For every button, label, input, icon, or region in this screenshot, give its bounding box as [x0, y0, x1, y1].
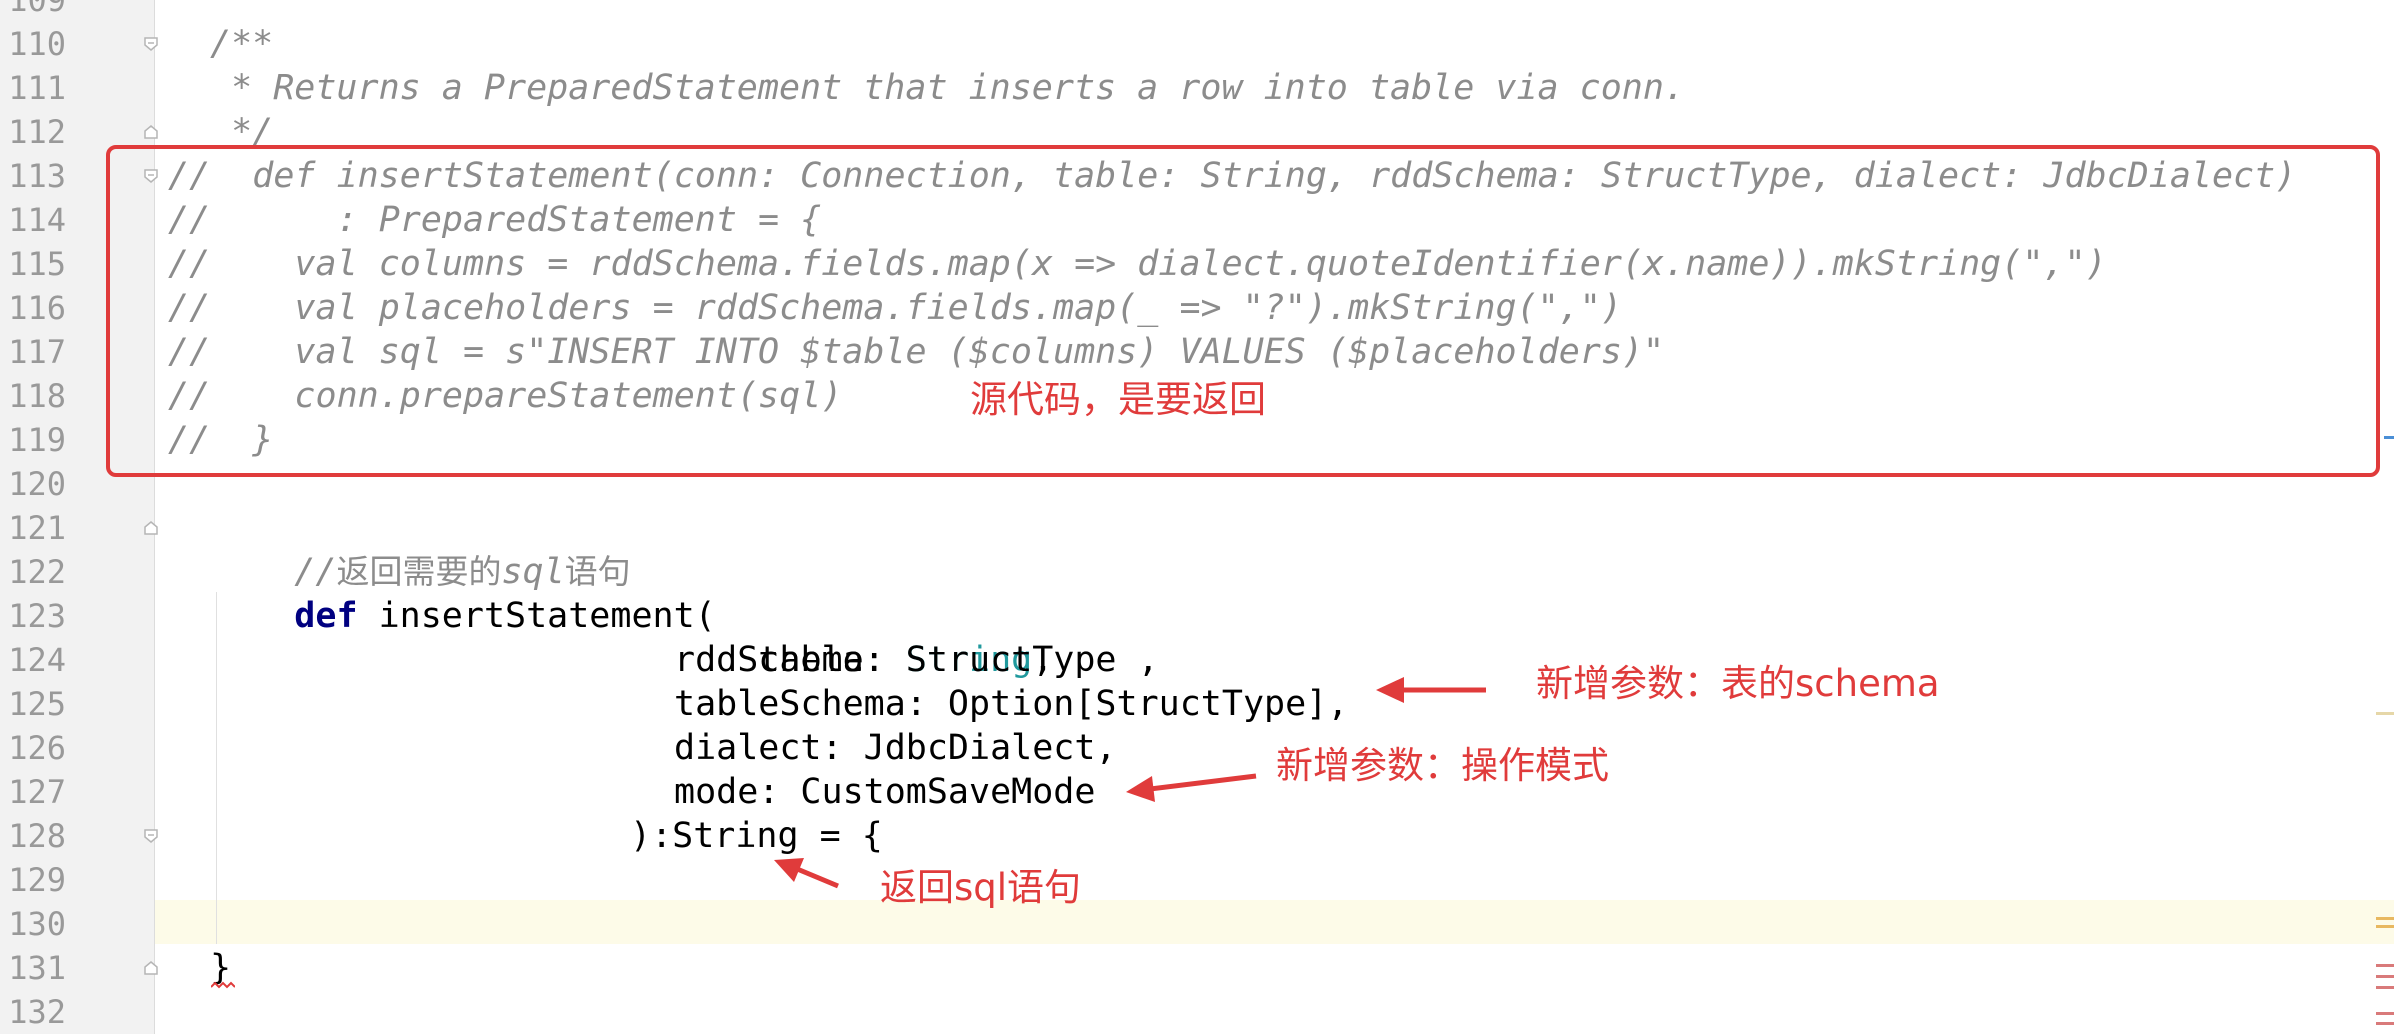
line-number: 123 [8, 597, 66, 635]
error-squiggle [211, 981, 235, 989]
line-number: 110 [8, 25, 66, 63]
line-number: 132 [8, 993, 66, 1031]
scroll-marker[interactable] [2376, 925, 2394, 928]
line-number: 119 [8, 421, 66, 459]
line-number: 113 [8, 157, 66, 195]
arrow-to-tableschema-icon [1376, 677, 1486, 703]
scroll-marker[interactable] [2376, 986, 2394, 989]
line-number: 127 [8, 773, 66, 811]
code-line-124[interactable]: rddSchema: StructType , [674, 638, 1159, 682]
line-number: 117 [8, 333, 66, 371]
fold-marker-icon[interactable] [143, 828, 159, 844]
line-number: 131 [8, 949, 66, 987]
line-number: 128 [8, 817, 66, 855]
code-line-111[interactable]: * Returns a PreparedStatement that inser… [210, 66, 1685, 110]
arrow-to-mode-icon [1126, 773, 1257, 802]
scroll-marker[interactable] [2376, 917, 2394, 920]
keyword-def: def [294, 596, 358, 636]
line-number: 120 [8, 465, 66, 503]
line-number: 126 [8, 729, 66, 767]
scroll-marker[interactable] [2384, 436, 2394, 439]
current-line-highlight [155, 900, 2394, 944]
arrow-to-return-type-icon [774, 858, 839, 889]
code-line-122[interactable]: def insertStatement( [210, 550, 716, 682]
function-signature: insertStatement( [357, 596, 716, 636]
annotation-new-param-schema: 新增参数：表的schema [1536, 662, 1940, 705]
code-line-126[interactable]: dialect: JdbcDialect, [674, 726, 1117, 770]
line-number: 124 [8, 641, 66, 679]
code-editor-screenshot: 109 110 111 112 113 114 115 116 117 118 … [0, 0, 2394, 1034]
fold-end-marker-icon[interactable] [143, 520, 159, 536]
line-number: 125 [8, 685, 66, 723]
scroll-marker[interactable] [2376, 975, 2394, 978]
line-number: 130 [8, 905, 66, 943]
annotation-new-param-mode: 新增参数：操作模式 [1276, 744, 1609, 787]
line-number: 118 [8, 377, 66, 415]
code-line-125[interactable]: tableSchema: Option[StructType], [674, 682, 1348, 726]
scroll-marker[interactable] [2376, 712, 2394, 715]
code-line-110[interactable]: /** [210, 22, 273, 66]
line-number: 116 [8, 289, 66, 327]
fold-end-marker-icon[interactable] [143, 960, 159, 976]
fold-marker-icon[interactable] [143, 36, 159, 52]
scroll-marker[interactable] [2376, 1012, 2394, 1015]
original-code-highlight-box [106, 145, 2380, 477]
annotation-source-code: 源代码，是要返回 [970, 378, 1266, 421]
line-number: 114 [8, 201, 66, 239]
code-line-128[interactable]: ):String = { [630, 814, 883, 858]
code-line-127[interactable]: mode: CustomSaveMode [674, 770, 1095, 814]
annotation-return-sql: 返回sql语句 [880, 866, 1082, 909]
fold-end-marker-icon[interactable] [143, 124, 159, 140]
scroll-marker[interactable] [2376, 1022, 2394, 1025]
line-number: 111 [8, 69, 66, 107]
line-number: 115 [8, 245, 66, 283]
line-number: 121 [8, 509, 66, 547]
line-number: 112 [8, 113, 66, 151]
line-number: 129 [8, 861, 66, 899]
line-number: 122 [8, 553, 66, 591]
line-number: 109 [8, 0, 66, 19]
scroll-marker[interactable] [2376, 964, 2394, 967]
